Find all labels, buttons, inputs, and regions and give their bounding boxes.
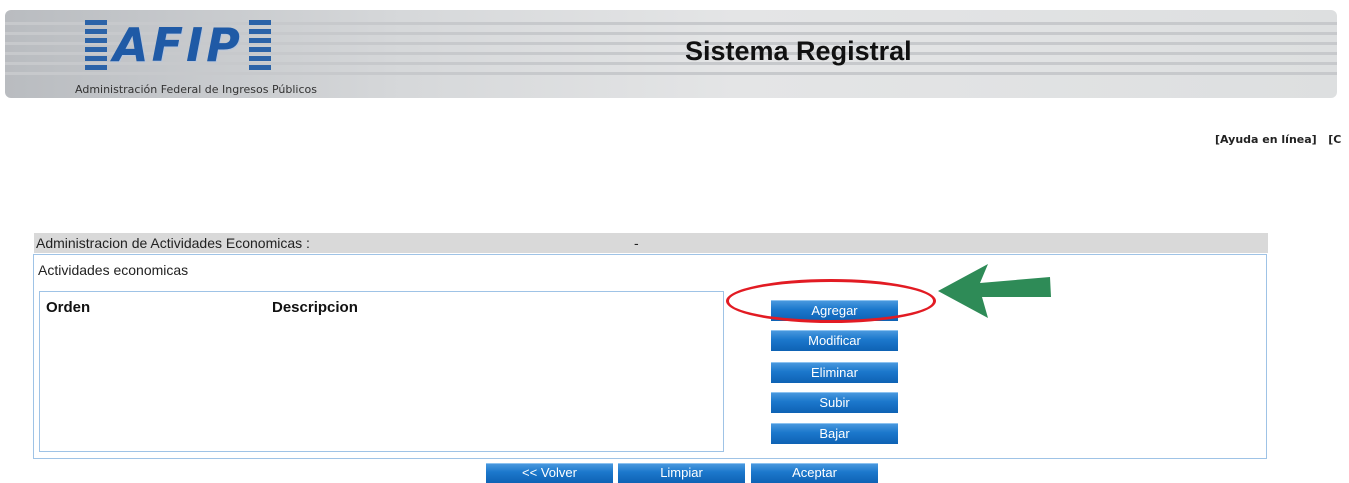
- volver-button[interactable]: << Volver: [486, 463, 613, 483]
- section-separator: -: [634, 235, 639, 251]
- panel-subtitle: Actividades economicas: [38, 262, 189, 278]
- afip-logo: AFIP: [85, 16, 347, 74]
- help-link[interactable]: [Ayuda en línea]: [1215, 133, 1317, 146]
- bajar-button[interactable]: Bajar: [771, 423, 898, 444]
- system-title: Sistema Registral: [685, 36, 912, 66]
- modificar-button[interactable]: Modificar: [771, 330, 898, 351]
- section-title-bar: Administracion de Actividades Economicas…: [34, 233, 1268, 253]
- column-header-orden: Orden: [46, 299, 91, 316]
- eliminar-button[interactable]: Eliminar: [771, 362, 898, 383]
- aceptar-button[interactable]: Aceptar: [751, 463, 878, 483]
- activities-list[interactable]: [39, 291, 724, 452]
- top-links: [Ayuda en línea] [C: [1215, 133, 1349, 146]
- header-banner: AFIP Administración Federal de Ingresos …: [5, 10, 1337, 98]
- highlight-ring: [726, 279, 936, 323]
- logo-subtitle: Administración Federal de Ingresos Públi…: [75, 83, 317, 96]
- limpiar-button[interactable]: Limpiar: [618, 463, 745, 483]
- other-link[interactable]: [C: [1328, 133, 1341, 146]
- subir-button[interactable]: Subir: [771, 392, 898, 413]
- logo-text: AFIP: [113, 18, 243, 72]
- section-title: Administracion de Actividades Economicas…: [36, 235, 310, 251]
- green-arrow-icon: [938, 264, 1051, 318]
- column-header-descripcion: Descripcion: [272, 299, 358, 316]
